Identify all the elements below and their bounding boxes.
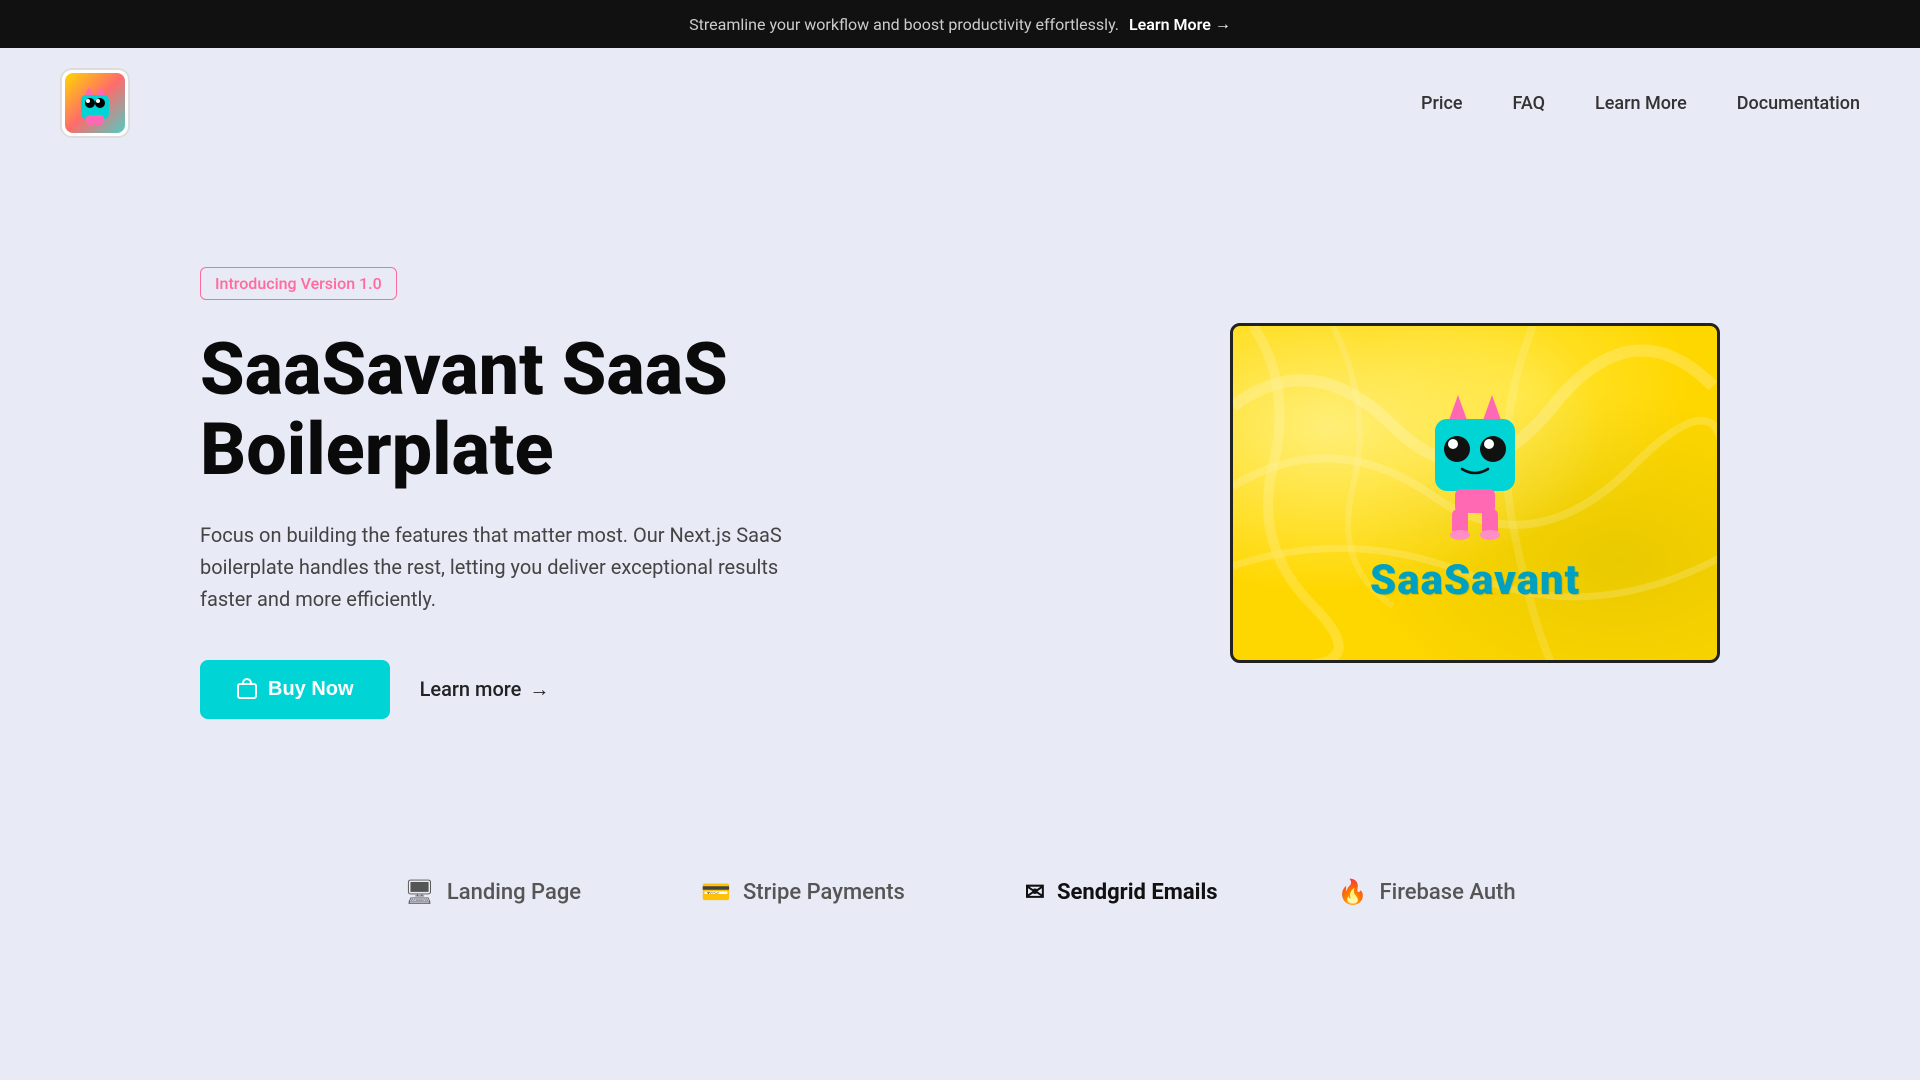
top-banner: Streamline your workflow and boost produ… <box>0 0 1920 48</box>
hero-content: Introducing Version 1.0 SaaSavant SaaS B… <box>200 267 820 718</box>
nav-documentation[interactable]: Documentation <box>1737 93 1860 114</box>
hero-actions: Buy Now Learn more → <box>200 660 820 719</box>
feature-landing-page: 🖥 Landing Page <box>404 878 581 906</box>
nav-faq[interactable]: FAQ <box>1512 93 1545 114</box>
stripe-icon: 💳 <box>701 878 731 906</box>
feature-firebase-label: Firebase Auth <box>1379 880 1515 905</box>
feature-stripe-label: Stripe Payments <box>743 880 905 905</box>
features-bar: 🖥 Landing Page 💳 Stripe Payments ✉ Sendg… <box>0 838 1920 946</box>
firebase-icon: 🔥 <box>1338 878 1368 906</box>
hero-brand-name: SaaSavant <box>1370 556 1580 605</box>
main-nav: Price FAQ Learn More Documentation <box>0 48 1920 158</box>
feature-landing-page-label: Landing Page <box>447 880 581 905</box>
nav-links: Price FAQ Learn More Documentation <box>1421 93 1860 114</box>
nav-price[interactable]: Price <box>1421 93 1462 114</box>
hero-title: SaaSavant SaaS Boilerplate <box>200 330 820 488</box>
learn-more-link[interactable]: Learn more → <box>420 677 550 702</box>
nav-learn-more[interactable]: Learn More <box>1595 93 1687 114</box>
sendgrid-icon: ✉ <box>1025 878 1045 906</box>
banner-learn-more-link[interactable]: Learn More → <box>1129 14 1231 34</box>
buy-icon <box>236 678 258 700</box>
hero-image: SaaSavant <box>1230 323 1720 663</box>
hero-section: Introducing Version 1.0 SaaSavant SaaS B… <box>0 158 1920 808</box>
banner-text: Streamline your workflow and boost produ… <box>689 15 1119 34</box>
version-badge: Introducing Version 1.0 <box>200 267 397 300</box>
feature-firebase: 🔥 Firebase Auth <box>1338 878 1516 906</box>
hero-description: Focus on building the features that matt… <box>200 519 820 615</box>
feature-sendgrid: ✉ Sendgrid Emails <box>1025 878 1218 906</box>
logo-image <box>65 73 125 133</box>
feature-stripe: 💳 Stripe Payments <box>701 878 905 906</box>
buy-now-button[interactable]: Buy Now <box>200 660 390 719</box>
logo-icon <box>73 81 117 125</box>
feature-sendgrid-label: Sendgrid Emails <box>1057 880 1218 905</box>
hero-illustration: SaaSavant <box>1230 323 1720 663</box>
mascot-svg <box>1410 381 1540 541</box>
logo[interactable] <box>60 68 130 138</box>
landing-page-icon: 🖥 <box>404 878 434 906</box>
